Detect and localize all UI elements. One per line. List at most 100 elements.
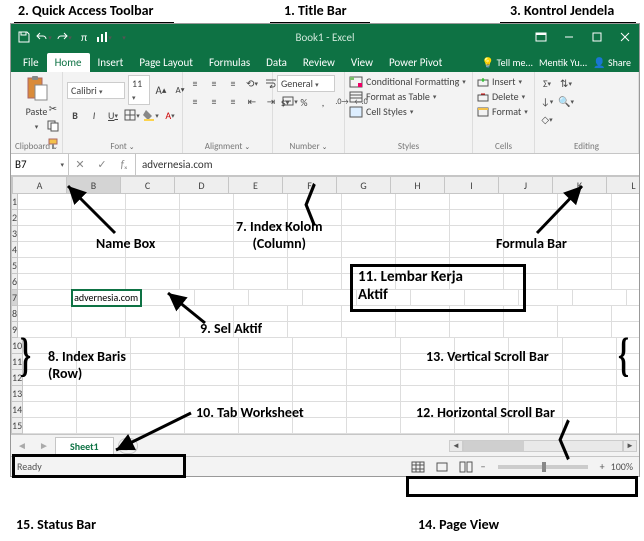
- cell[interactable]: [504, 210, 558, 226]
- tab-view[interactable]: View: [343, 53, 381, 72]
- cell[interactable]: [455, 370, 509, 386]
- cell[interactable]: [180, 242, 234, 258]
- cell[interactable]: [347, 386, 401, 402]
- row-header[interactable]: 13: [11, 386, 23, 402]
- cell[interactable]: [72, 226, 126, 242]
- cell[interactable]: [509, 386, 563, 402]
- cell[interactable]: [126, 306, 180, 322]
- cell[interactable]: [180, 210, 234, 226]
- cell[interactable]: [293, 354, 347, 370]
- cell[interactable]: [401, 370, 455, 386]
- col-H[interactable]: H: [391, 176, 445, 194]
- cell[interactable]: [617, 418, 639, 434]
- col-L[interactable]: L: [607, 176, 639, 194]
- name-box[interactable]: B7▾: [11, 154, 69, 175]
- cancel-formula-icon[interactable]: ✕: [69, 158, 91, 171]
- cell[interactable]: [126, 274, 180, 290]
- cell[interactable]: [195, 290, 249, 306]
- cell[interactable]: [612, 242, 639, 258]
- cell[interactable]: [23, 338, 77, 354]
- cell[interactable]: [396, 210, 450, 226]
- cell[interactable]: [185, 338, 239, 354]
- copy-icon[interactable]: [45, 118, 61, 134]
- number-format-select[interactable]: General ▾: [277, 75, 335, 92]
- cell[interactable]: [72, 242, 126, 258]
- share-button[interactable]: 👤 Share: [593, 56, 631, 69]
- cell[interactable]: [509, 370, 563, 386]
- equation-icon[interactable]: π: [75, 28, 93, 46]
- col-I[interactable]: I: [445, 176, 499, 194]
- cell[interactable]: [293, 402, 347, 418]
- cell[interactable]: [465, 290, 519, 306]
- insert-function-icon[interactable]: fₓ: [113, 158, 135, 171]
- cell[interactable]: [509, 338, 563, 354]
- cell[interactable]: [18, 306, 72, 322]
- cell[interactable]: [234, 258, 288, 274]
- tell-me[interactable]: 💡 Tell me...: [482, 56, 533, 69]
- cell[interactable]: [185, 386, 239, 402]
- insert-cells-button[interactable]: Insert ▾: [477, 75, 522, 88]
- tab-insert[interactable]: Insert: [90, 53, 132, 72]
- cell[interactable]: [450, 274, 504, 290]
- cell[interactable]: [450, 258, 504, 274]
- cell[interactable]: [396, 258, 450, 274]
- tab-formulas[interactable]: Formulas: [201, 53, 258, 72]
- cell[interactable]: [131, 386, 185, 402]
- tab-file[interactable]: File: [15, 53, 47, 72]
- cell[interactable]: [131, 402, 185, 418]
- comma-format-icon[interactable]: ,: [315, 94, 331, 110]
- cell[interactable]: [18, 210, 72, 226]
- col-J[interactable]: J: [499, 176, 553, 194]
- cell[interactable]: [234, 210, 288, 226]
- tab-page-layout[interactable]: Page Layout: [131, 53, 201, 72]
- cell[interactable]: [558, 306, 612, 322]
- cell[interactable]: [558, 274, 612, 290]
- grow-font-icon[interactable]: A▴: [153, 82, 169, 98]
- underline-button[interactable]: U▾: [105, 107, 121, 123]
- cell[interactable]: [23, 370, 77, 386]
- cell[interactable]: [563, 418, 617, 434]
- cell[interactable]: [455, 386, 509, 402]
- tab-review[interactable]: Review: [295, 53, 343, 72]
- cell[interactable]: [185, 354, 239, 370]
- formula-bar[interactable]: advernesia.com: [136, 154, 639, 175]
- cell[interactable]: [239, 338, 293, 354]
- font-name-select[interactable]: Calibri ▾: [67, 82, 125, 99]
- cell[interactable]: [396, 226, 450, 242]
- cell[interactable]: [347, 418, 401, 434]
- find-select-icon[interactable]: 🔍▾: [558, 93, 574, 109]
- cell[interactable]: [401, 402, 455, 418]
- cell[interactable]: [342, 322, 396, 338]
- cell[interactable]: [23, 402, 77, 418]
- normal-view-icon[interactable]: [409, 460, 427, 474]
- cell[interactable]: [563, 402, 617, 418]
- minimize-button[interactable]: [555, 24, 583, 50]
- cell[interactable]: [455, 402, 509, 418]
- cell[interactable]: [72, 322, 126, 338]
- row-header[interactable]: 5: [11, 258, 18, 274]
- paste-dropdown-icon[interactable]: ▾: [35, 122, 39, 131]
- cell[interactable]: [72, 274, 126, 290]
- cell[interactable]: [234, 194, 288, 210]
- maximize-button[interactable]: [583, 24, 611, 50]
- cell[interactable]: [401, 354, 455, 370]
- cell[interactable]: [126, 258, 180, 274]
- cell[interactable]: [509, 402, 563, 418]
- hscroll-right-icon[interactable]: ►: [623, 440, 637, 452]
- cell[interactable]: [288, 258, 342, 274]
- cell[interactable]: [627, 290, 639, 306]
- row-header[interactable]: 14: [11, 402, 23, 418]
- cell[interactable]: [396, 194, 450, 210]
- cell[interactable]: [612, 258, 639, 274]
- cell[interactable]: [239, 418, 293, 434]
- cell[interactable]: [293, 338, 347, 354]
- cell[interactable]: [288, 322, 342, 338]
- page-layout-view-icon[interactable]: [433, 460, 451, 474]
- cell[interactable]: [504, 258, 558, 274]
- cell[interactable]: [23, 386, 77, 402]
- sort-filter-icon[interactable]: ⇅▾: [558, 75, 574, 91]
- cell[interactable]: [239, 386, 293, 402]
- tab-power-pivot[interactable]: Power Pivot: [381, 53, 450, 72]
- format-as-table-button[interactable]: Format as Table▾: [349, 90, 436, 103]
- decrease-indent-icon[interactable]: ⇤: [244, 93, 260, 109]
